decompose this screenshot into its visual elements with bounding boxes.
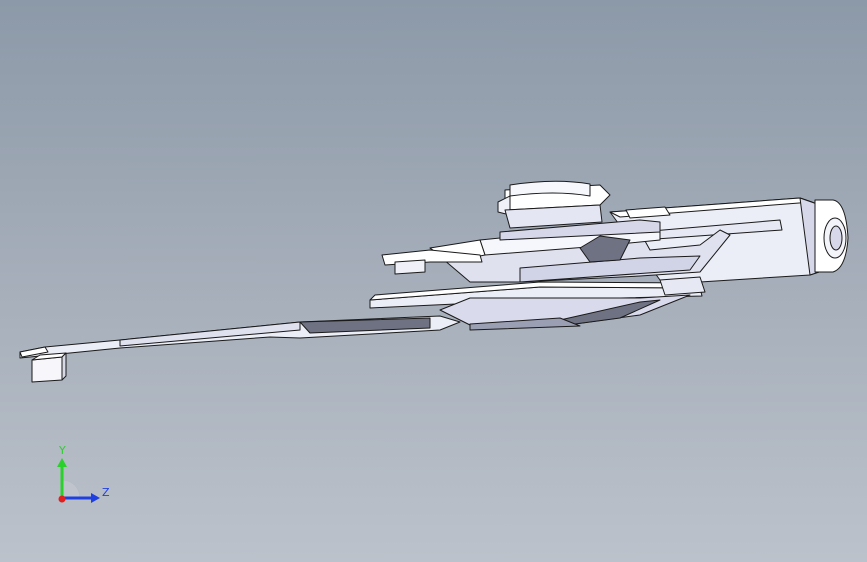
reference-triad: Y Z [57,444,110,503]
z-axis-label: Z [102,486,110,499]
end-tab[interactable] [31,352,67,383]
triad-quadrant [61,479,81,499]
end-cap[interactable] [814,199,849,273]
rear-plate[interactable] [659,276,706,296]
lever-arm[interactable] [19,315,461,359]
x-axis-dot-icon [58,495,66,503]
y-axis-label: Y [58,444,66,457]
3d-model-view[interactable] [0,0,867,562]
graphics-viewport[interactable]: Y Z [0,0,867,562]
